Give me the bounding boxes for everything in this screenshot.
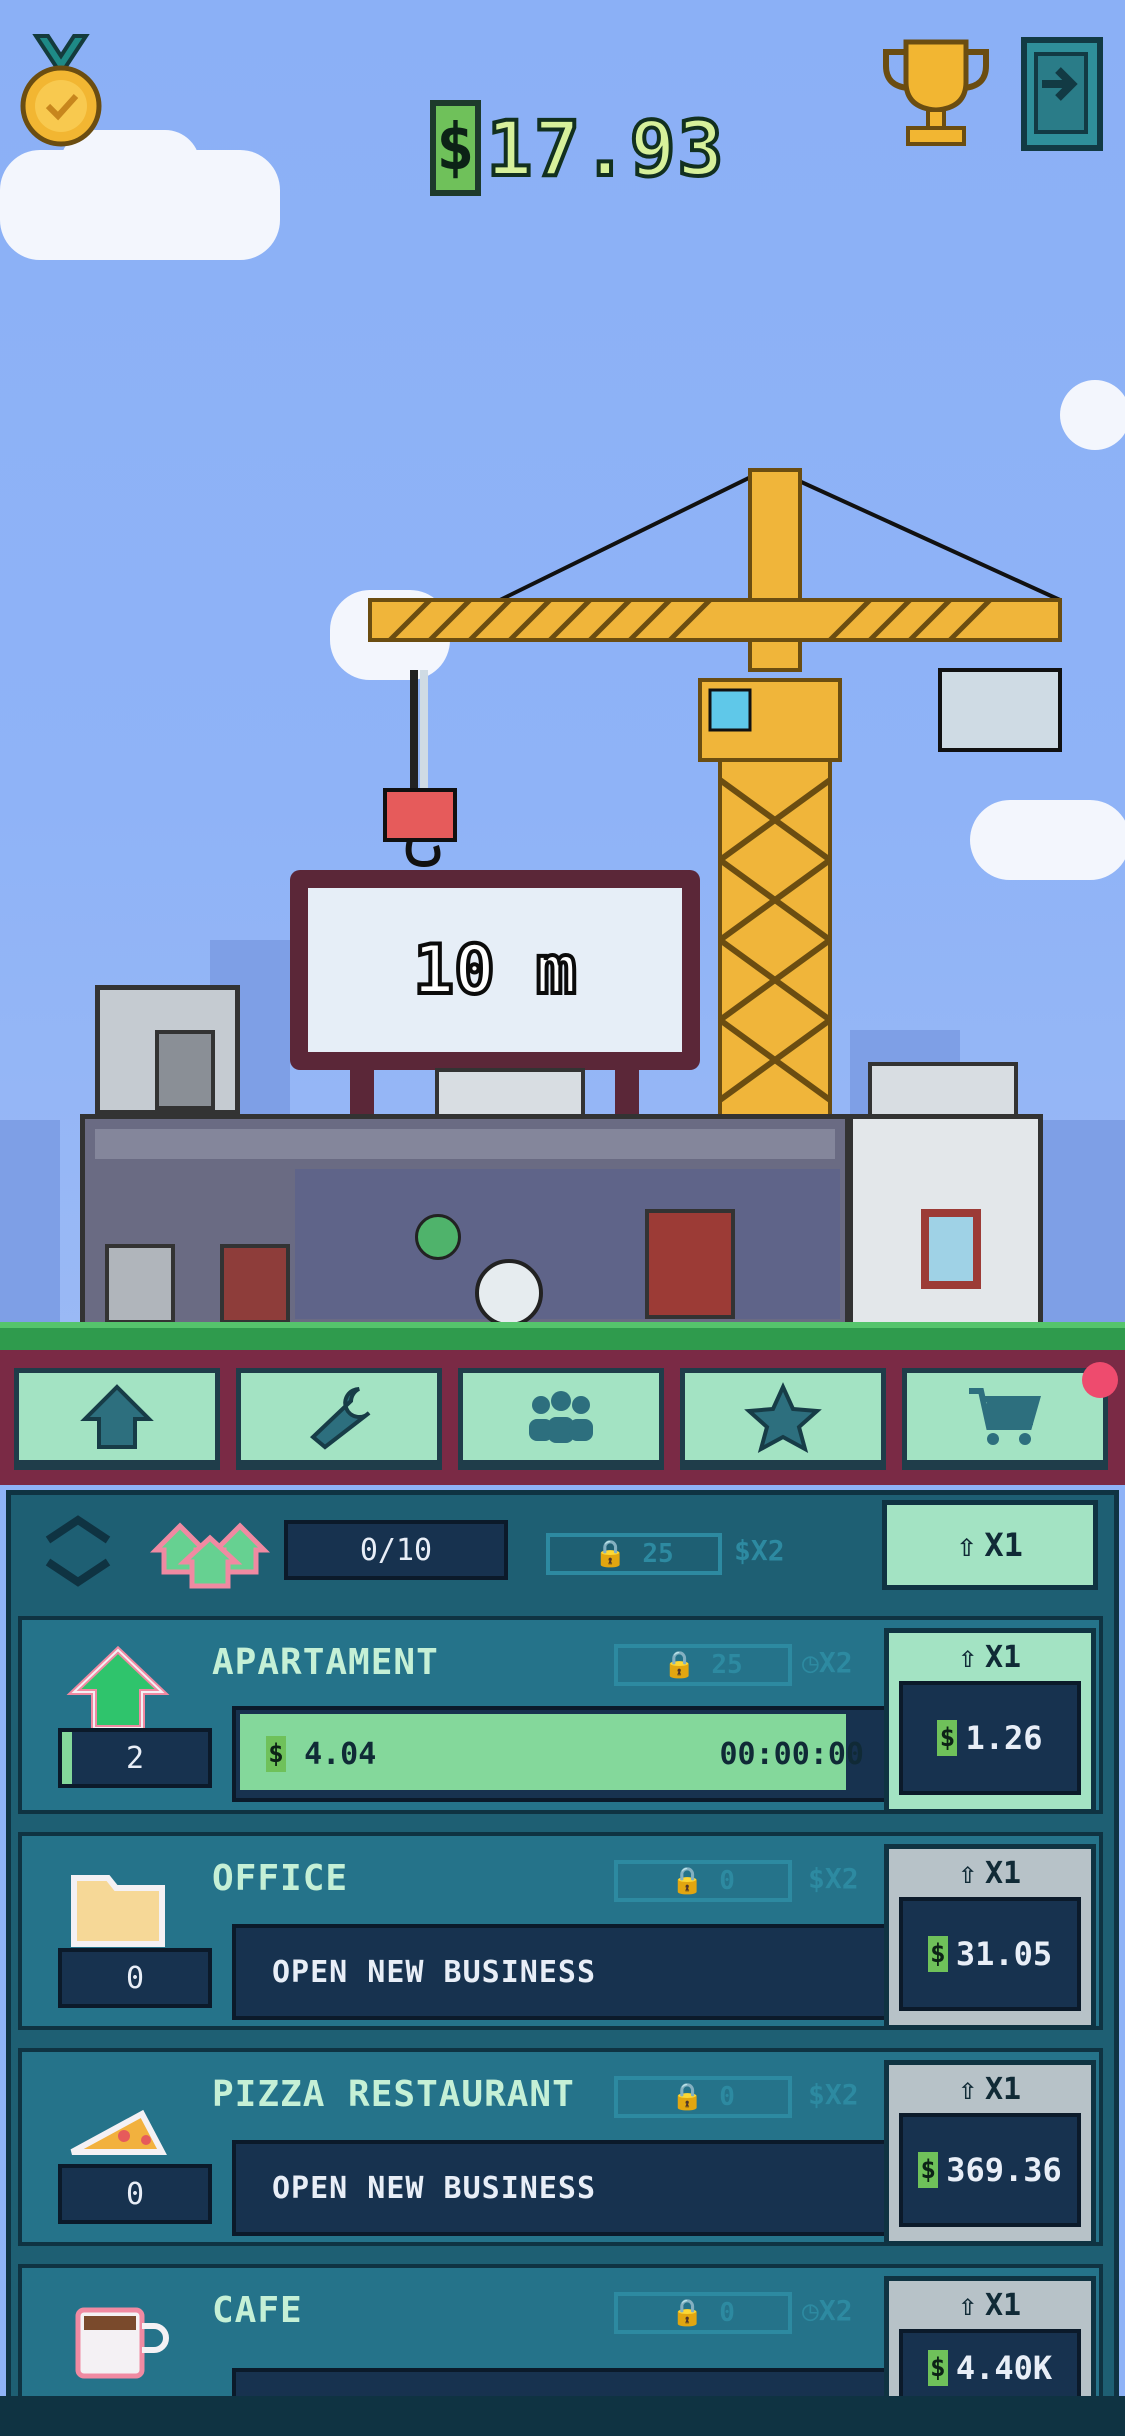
medal-icon[interactable]: [16, 34, 106, 154]
clock-icon: ◷: [802, 1646, 819, 1679]
buy-price: $1.26: [899, 1681, 1081, 1795]
house-icon: [66, 1645, 170, 1731]
bottom-edge: [0, 2396, 1125, 2436]
arrow-up-icon: ⇧: [958, 1639, 977, 1675]
arrow-up-icon: ⇧: [957, 1526, 977, 1564]
wrench-icon: [309, 1386, 371, 1450]
buy-office-button[interactable]: ⇧ X1 $31.05: [884, 1844, 1096, 2030]
shop-notification-dot: [1082, 1362, 1118, 1398]
buy-multiplier: ⇧ X1: [958, 1855, 1022, 1891]
lock-box: 🔒 0: [614, 2076, 792, 2118]
building-annex: [848, 1114, 1043, 1328]
clock-icon: ◷: [802, 2294, 819, 2327]
dollar-icon: $: [927, 2349, 948, 2386]
income-timer: 00:00:00: [719, 1736, 865, 1772]
business-name: APARTAMENT: [212, 1642, 439, 1683]
lock-icon: 🔒: [671, 2298, 704, 2328]
multiplier-button[interactable]: ⇧ X1: [882, 1500, 1098, 1590]
cart-icon: [969, 1387, 1041, 1445]
roof-stairwell: [95, 985, 240, 1115]
business-name: OFFICE: [212, 1858, 349, 1899]
buy-price: $369.36: [899, 2113, 1081, 2227]
star-icon: [744, 1381, 822, 1453]
lock-icon: 🔒: [663, 1650, 696, 1680]
tab-shop[interactable]: [902, 1368, 1108, 1470]
bg-building: [1040, 1120, 1125, 1330]
buy-pizza-button[interactable]: ⇧ X1 $369.36: [884, 2060, 1096, 2246]
dollar-icon: $: [430, 100, 481, 196]
collapse-toggle-icon[interactable]: [38, 1510, 118, 1592]
business-count: 0: [58, 1948, 212, 2008]
people-icon: [529, 1390, 593, 1443]
trophy-icon[interactable]: [878, 34, 994, 150]
open-business-label: OPEN NEW BUSINESS: [272, 1954, 597, 1990]
buy-apartament-button[interactable]: ⇧ X1 $1.26: [884, 1628, 1096, 1814]
home-icon: [80, 1383, 154, 1449]
ac-unit: [435, 1068, 585, 1118]
business-name: PIZZA RESTAURANT: [212, 2074, 575, 2115]
open-business-button[interactable]: OPEN NEW BUSINESS: [232, 2140, 892, 2236]
speed-bonus: ◷X2: [802, 2294, 853, 2327]
dollar-icon: $: [937, 1720, 958, 1756]
height-indicator: 10 m: [411, 929, 579, 1012]
arrow-up-icon: ⇧: [958, 2287, 977, 2323]
arrow-up-icon: ⇧: [958, 2071, 977, 2107]
height-billboard: 10 m: [290, 870, 700, 1070]
billboard-leg: [350, 1068, 374, 1118]
money-bonus: $X2: [808, 1862, 859, 1895]
income-amount: $ 4.04: [266, 1710, 376, 1798]
open-business-button[interactable]: OPEN NEW BUSINESS: [232, 1924, 892, 2020]
ac-unit: [868, 1062, 1018, 1118]
balance-display: $ 17.93: [430, 100, 725, 196]
lock-box: 🔒 0: [614, 2292, 792, 2334]
tab-home[interactable]: [14, 1368, 220, 1470]
game-scene: 10 m $ 17.93: [0, 0, 1125, 1340]
lock-icon: 🔒: [671, 2082, 704, 2112]
dollar-icon: $: [266, 1736, 286, 1772]
dollar-icon: $: [927, 1936, 948, 1972]
tab-bar: [0, 1350, 1125, 1485]
pizza-icon: [70, 2109, 167, 2155]
lock-value: 25: [642, 1539, 674, 1569]
lock-box: 🔒 25: [614, 1644, 792, 1686]
money-bonus: $X2: [808, 2078, 859, 2111]
houses-counter: 0/10: [284, 1520, 508, 1580]
business-name: CAFE: [212, 2290, 303, 2331]
tab-managers[interactable]: [458, 1368, 664, 1470]
tab-bonus[interactable]: [680, 1368, 886, 1470]
upgrade-lock-box: 🔒 25: [546, 1533, 722, 1575]
worker-character: [475, 1259, 543, 1327]
business-count: 2: [58, 1728, 212, 1788]
buy-price: $31.05: [899, 1897, 1081, 2011]
arrow-up-icon: ⇧: [958, 1855, 977, 1891]
houses-icon: [149, 1522, 271, 1589]
bg-building: [0, 1120, 60, 1330]
business-count: 0: [58, 2164, 212, 2224]
bonus-label: $X2: [734, 1534, 785, 1567]
speed-bonus: ◷X2: [802, 1646, 853, 1679]
income-progress-bar[interactable]: $ 4.04 00:00:00: [232, 1706, 892, 1802]
open-business-label: OPEN NEW BUSINESS: [272, 2170, 597, 2206]
buy-multiplier: ⇧ X1: [958, 2287, 1022, 2323]
lock-icon: 🔒: [594, 1539, 627, 1569]
buy-multiplier: ⇧ X1: [958, 1639, 1022, 1675]
lock-icon: 🔒: [671, 1866, 704, 1896]
lock-box: 🔒 0: [614, 1860, 792, 1902]
buy-multiplier: ⇧ X1: [958, 2071, 1022, 2107]
balance-value: 17.93: [485, 102, 726, 195]
billboard-leg: [615, 1068, 639, 1118]
cloud: [1060, 380, 1125, 450]
multiplier-label: X1: [984, 1526, 1023, 1564]
tab-upgrades[interactable]: [236, 1368, 442, 1470]
dollar-icon: $: [918, 2152, 939, 2188]
exit-icon[interactable]: [1020, 36, 1104, 152]
buy-cafe-button[interactable]: ⇧ X1 $4.40K: [884, 2276, 1096, 2406]
folder-icon: [71, 1875, 165, 1947]
buy-price: $4.40K: [899, 2329, 1081, 2406]
building: [80, 1114, 850, 1328]
coffee-cup-icon: [75, 2307, 169, 2379]
